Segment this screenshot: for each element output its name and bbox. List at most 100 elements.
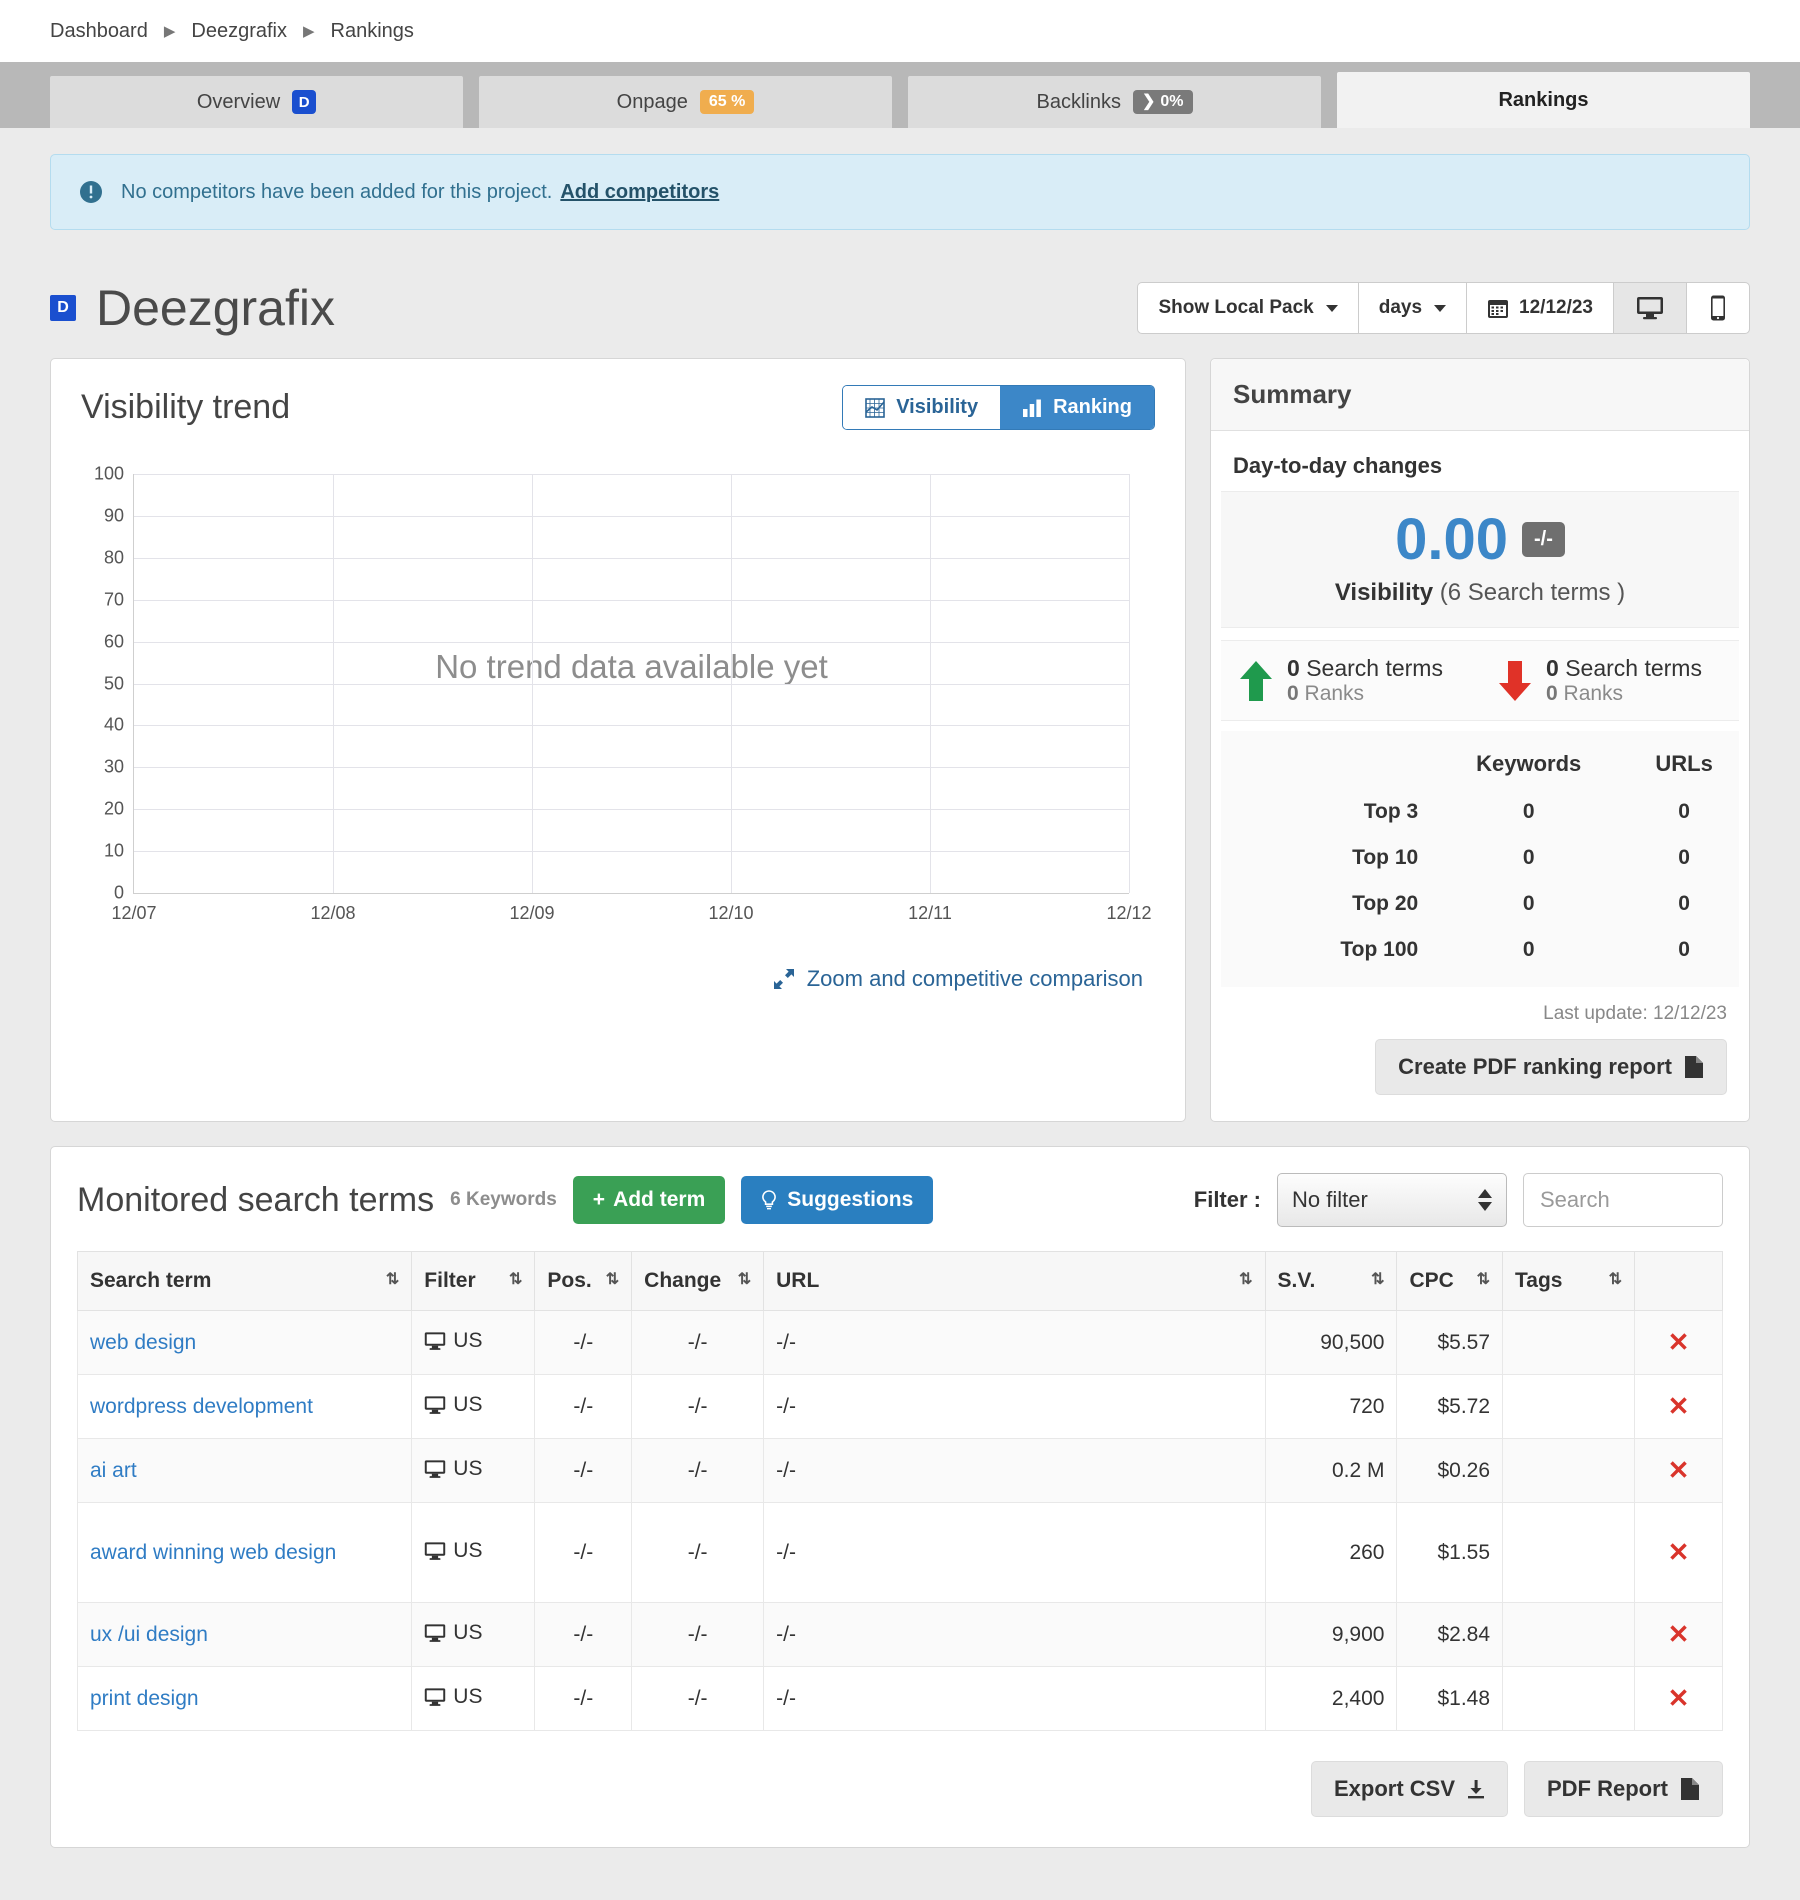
cell-cpc: $1.48 [1397, 1667, 1503, 1731]
close-x-icon[interactable]: ✕ [1647, 1537, 1710, 1568]
search-term-link[interactable]: web design [90, 1331, 196, 1354]
chart-gridline [134, 600, 1129, 601]
export-csv-button[interactable]: Export CSV [1311, 1761, 1508, 1817]
th-search-term[interactable]: Search term⇅ [78, 1252, 412, 1311]
cell-tags [1503, 1603, 1635, 1667]
breadcrumb-item-rankings[interactable]: Rankings [331, 20, 414, 43]
chart-gridline [134, 684, 1129, 685]
device-mobile-toggle[interactable] [1686, 282, 1750, 334]
cell-search-term: ux /ui design [78, 1603, 412, 1667]
chart-empty-message: No trend data available yet [435, 648, 828, 686]
device-desktop-toggle[interactable] [1613, 282, 1686, 334]
search-term-link[interactable]: print design [90, 1687, 199, 1710]
sort-icon[interactable]: ⇅ [1477, 1269, 1490, 1289]
row-label-top10: Top 10 [1221, 835, 1428, 881]
device-country: US [424, 1539, 482, 1563]
chart-y-tick-label: 20 [104, 799, 124, 820]
filter-label: Filter : [1194, 1187, 1261, 1213]
top3-urls: 0 [1629, 789, 1739, 835]
close-x-icon[interactable]: ✕ [1647, 1683, 1710, 1714]
tab-onpage-badge: 65 % [700, 90, 754, 114]
table-row: print designUS-/--/--/-2,400$1.48✕ [78, 1667, 1723, 1731]
search-term-link[interactable]: ai art [90, 1459, 137, 1482]
add-competitors-link[interactable]: Add competitors [560, 181, 719, 204]
chart-x-tick-label: 12/11 [908, 903, 952, 924]
breadcrumb-item-project[interactable]: Deezgrafix [191, 20, 287, 43]
th-tags[interactable]: Tags⇅ [1503, 1252, 1635, 1311]
cell-filter: US [412, 1667, 535, 1731]
table-header-row: Search term⇅ Filter⇅ Pos.⇅ Change⇅ URL⇅ … [78, 1252, 1723, 1311]
country-code: US [453, 1393, 482, 1417]
sort-icon[interactable]: ⇅ [738, 1269, 751, 1289]
cell-position: -/- [535, 1311, 632, 1375]
chart-y-tick-label: 50 [104, 673, 124, 694]
zoom-comparison-link[interactable]: Zoom and competitive comparison [773, 966, 1143, 992]
top3-keywords: 0 [1428, 789, 1629, 835]
close-x-icon[interactable]: ✕ [1647, 1327, 1710, 1358]
days-dropdown[interactable]: days [1358, 282, 1466, 334]
filter-select[interactable]: No filter [1277, 1173, 1507, 1227]
chart-y-tick-label: 30 [104, 757, 124, 778]
close-x-icon[interactable]: ✕ [1647, 1619, 1710, 1650]
date-picker[interactable]: 12/12/23 [1466, 282, 1613, 334]
cell-search-term: web design [78, 1311, 412, 1375]
desktop-icon [424, 1541, 446, 1561]
project-header: D Deezgrafix Show Local Pack days 12/12/… [50, 276, 1750, 340]
close-x-icon[interactable]: ✕ [1647, 1455, 1710, 1486]
breadcrumb-separator-icon: ▶ [303, 22, 315, 40]
th-filter-label: Filter [424, 1269, 475, 1292]
chart-gridline [134, 474, 1129, 475]
close-x-icon[interactable]: ✕ [1647, 1391, 1710, 1422]
sort-icon[interactable]: ⇅ [606, 1269, 619, 1289]
sort-icon[interactable]: ⇅ [1239, 1269, 1252, 1289]
document-icon [1680, 1777, 1700, 1801]
chart-y-tick-label: 10 [104, 841, 124, 862]
desktop-icon [424, 1395, 446, 1415]
last-update-text: Last update: 12/12/23 [1211, 987, 1749, 1025]
th-sv[interactable]: S.V.⇅ [1265, 1252, 1397, 1311]
down-terms-label: Search terms [1565, 655, 1702, 681]
sort-icon[interactable]: ⇅ [1609, 1269, 1622, 1289]
cell-filter: US [412, 1311, 535, 1375]
filter-selected-value: No filter [1292, 1187, 1368, 1213]
cell-search-volume: 720 [1265, 1375, 1397, 1439]
show-local-pack-dropdown[interactable]: Show Local Pack [1137, 282, 1357, 334]
tab-overview[interactable]: Overview D [50, 76, 463, 128]
cell-tags [1503, 1375, 1635, 1439]
search-term-link[interactable]: wordpress development [90, 1395, 313, 1418]
top100-urls: 0 [1629, 927, 1739, 973]
sort-icon[interactable]: ⇅ [1371, 1269, 1384, 1289]
cell-search-term: award winning web design [78, 1503, 412, 1603]
breadcrumb-item-dashboard[interactable]: Dashboard [50, 20, 148, 43]
top10-urls: 0 [1629, 835, 1739, 881]
create-pdf-ranking-report-button[interactable]: Create PDF ranking report [1375, 1039, 1727, 1095]
sort-icon[interactable]: ⇅ [509, 1269, 522, 1289]
search-term-link[interactable]: ux /ui design [90, 1623, 208, 1646]
tab-backlinks-badge: ❯ 0% [1133, 90, 1193, 114]
table-row: Top 100 0 0 [1221, 927, 1739, 973]
pdf-report-button[interactable]: PDF Report [1524, 1761, 1723, 1817]
sort-icon[interactable]: ⇅ [386, 1269, 399, 1289]
tab-backlinks[interactable]: Backlinks ❯ 0% [908, 76, 1321, 128]
th-urls: URLs [1629, 739, 1739, 789]
cell-url: -/- [764, 1375, 1265, 1439]
up-terms-count: 0 [1287, 655, 1300, 681]
search-input[interactable]: Search [1523, 1173, 1723, 1227]
search-term-link[interactable]: award winning web design [90, 1541, 336, 1564]
th-pos[interactable]: Pos.⇅ [535, 1252, 632, 1311]
up-ranks-label: Ranks [1305, 682, 1365, 705]
project-favicon-icon: D [50, 295, 76, 321]
cell-change: -/- [632, 1439, 764, 1503]
tab-rankings[interactable]: Rankings [1337, 72, 1750, 128]
keyword-count: 6 Keywords [450, 1189, 557, 1211]
th-url[interactable]: URL⇅ [764, 1252, 1265, 1311]
add-term-button[interactable]: + Add term [573, 1176, 725, 1224]
th-filter[interactable]: Filter ⇅ [412, 1252, 535, 1311]
th-change[interactable]: Change⇅ [632, 1252, 764, 1311]
toggle-ranking[interactable]: Ranking [1000, 386, 1154, 429]
tab-onpage[interactable]: Onpage 65 % [479, 76, 892, 128]
cell-actions: ✕ [1634, 1439, 1722, 1503]
toggle-visibility[interactable]: Visibility [843, 386, 1000, 429]
suggestions-button[interactable]: Suggestions [741, 1176, 933, 1224]
th-cpc[interactable]: CPC⇅ [1397, 1252, 1503, 1311]
